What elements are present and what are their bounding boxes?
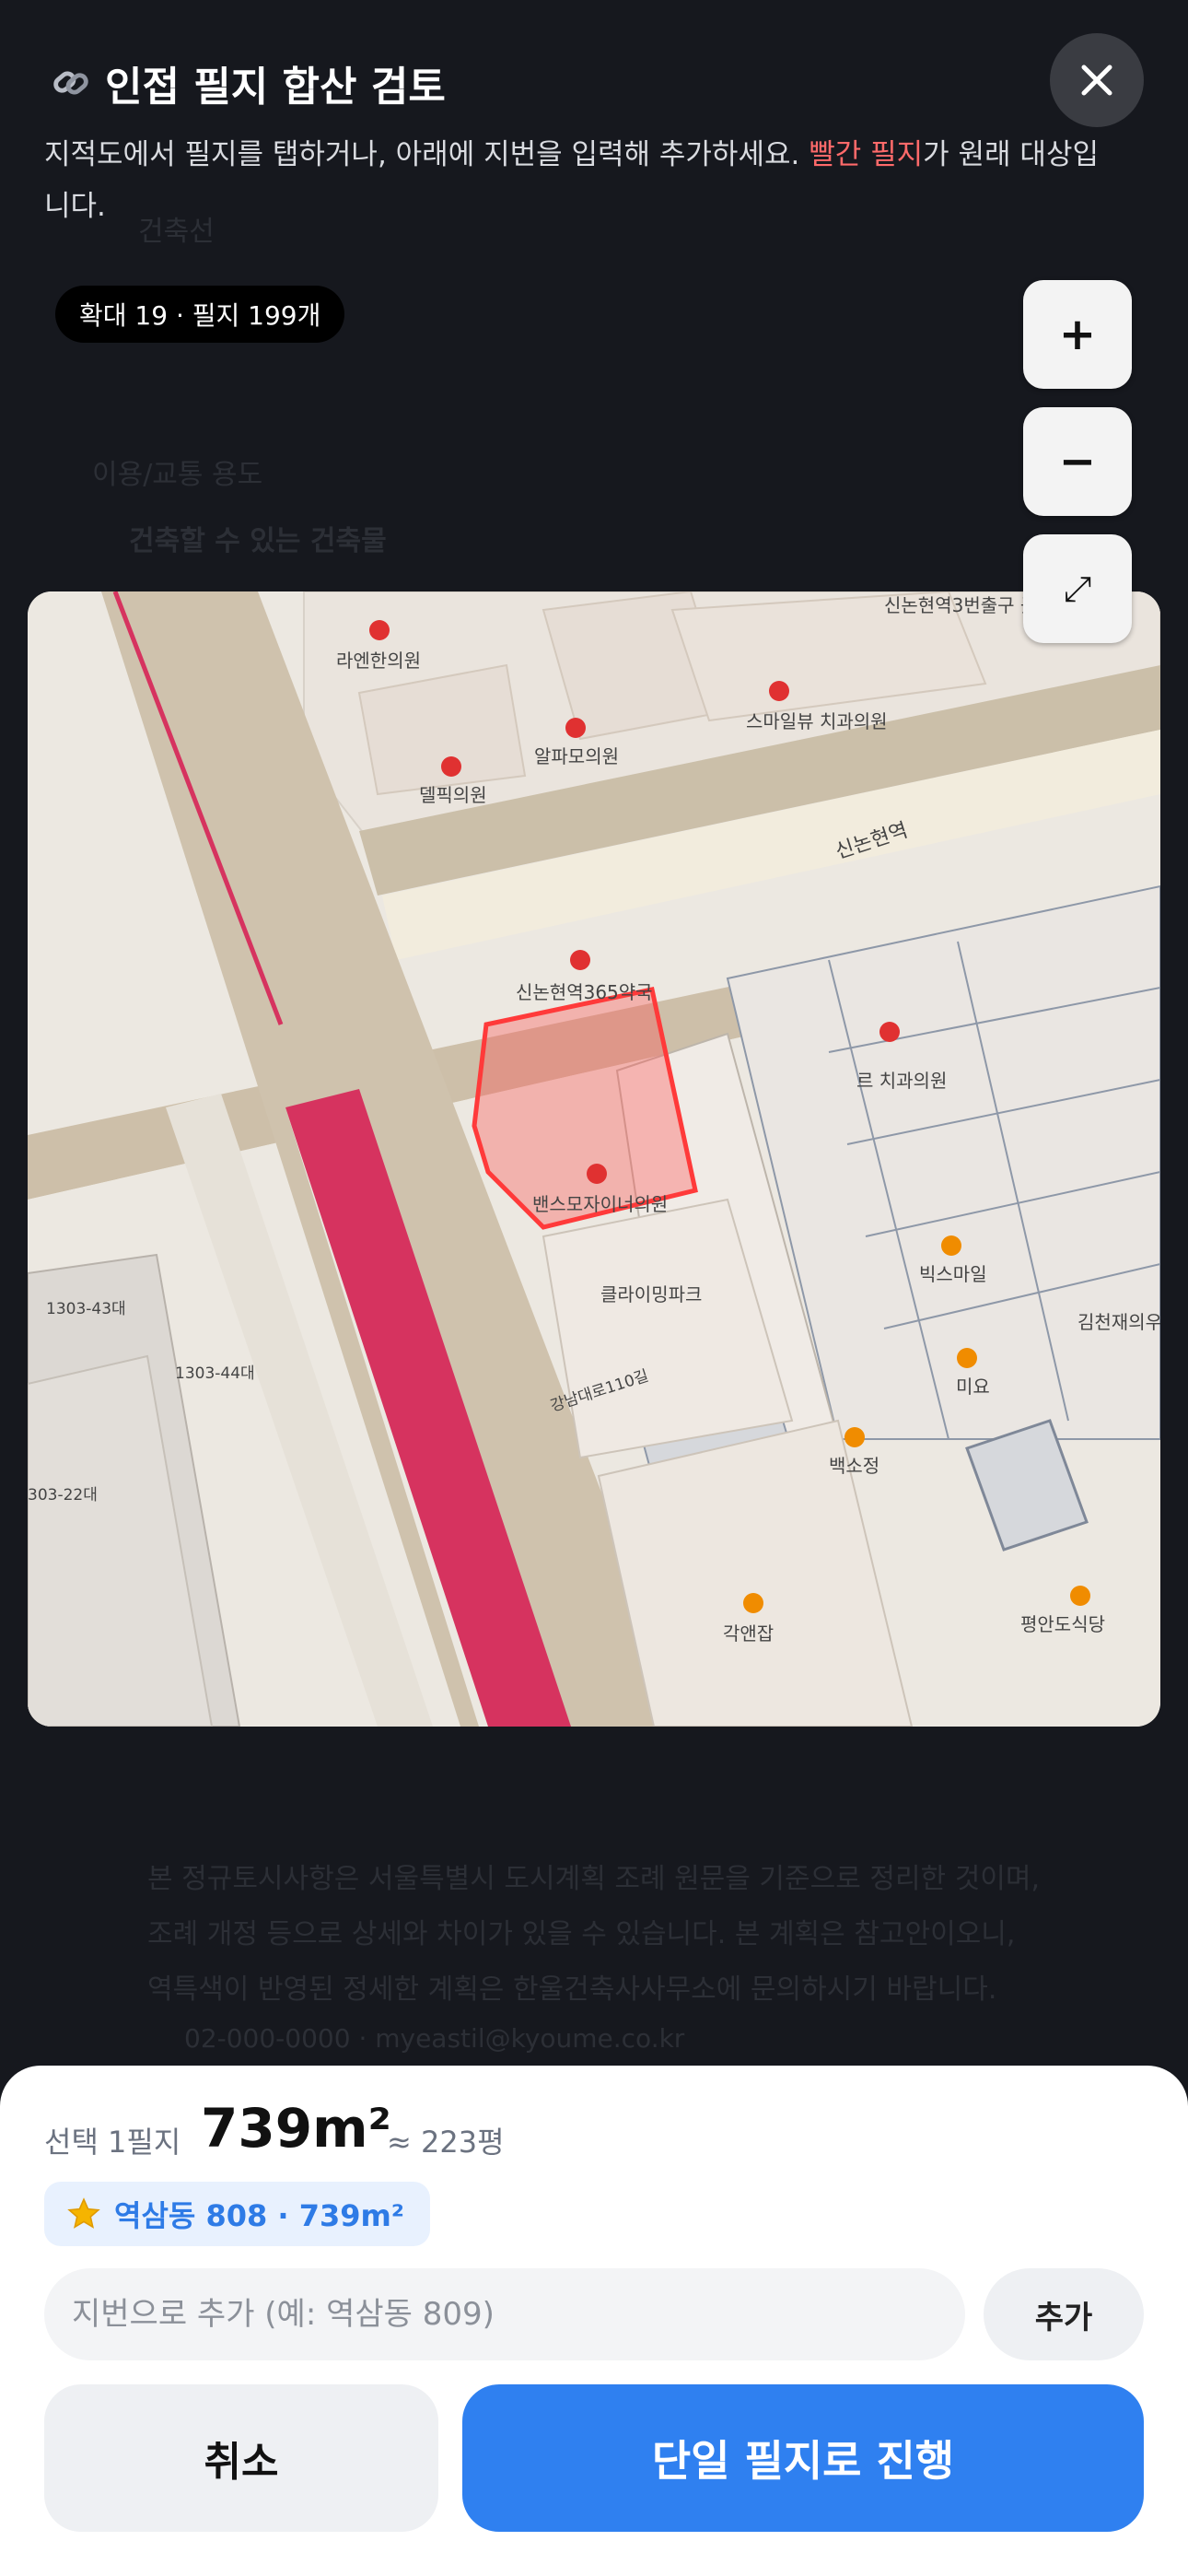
ghost-text: 역특색이 반영된 정세한 계획은 한울건축사사무소에 문의하시기 바랍니다. (147, 1973, 997, 2006)
map-label: 1303-43대 (46, 1300, 126, 1318)
fullscreen-button[interactable]: ⤢ (1023, 534, 1132, 643)
close-icon (1081, 64, 1112, 96)
map-label: 303-22대 (28, 1486, 98, 1505)
map-label: 라엔한의원 (336, 650, 421, 672)
selected-parcel-label: 역삼동 808 · 739m² (114, 2198, 404, 2233)
ghost-text: 조례 개정 등으로 상세와 차이가 있을 수 있습니다. 본 계획은 참고안이오… (147, 1918, 1016, 1950)
zoom-out-button[interactable]: − (1023, 407, 1132, 516)
bottom-sheet: 선택 1필지 739m² ≈ 223평 역삼동 808 · 739m² 추가 취… (0, 2066, 1188, 2576)
modal-title: 인접 필지 합산 검토 (50, 53, 446, 112)
red-parcel-text: 빨간 필지 (809, 138, 924, 171)
map-label: 신논현역365약국 (516, 981, 653, 1003)
modal-subtitle: 지적도에서 필지를 탭하거나, 아래에 지번을 입력해 추가하세요. 빨간 필지… (44, 138, 1099, 223)
modal-title-text: 인접 필지 합산 검토 (105, 64, 446, 111)
map-canvas[interactable]: 라엔한의원 알파모의원 델픽의원 스마일뷰 치과의원 신논현역3번출구 곳간약국… (28, 591, 1160, 1727)
map-label: 빅스마일 (919, 1263, 987, 1285)
jibun-input[interactable] (44, 2268, 965, 2360)
link-icon (53, 71, 88, 95)
map-label: 델픽의원 (419, 784, 487, 806)
map-label: 르 치과의원 (856, 1070, 947, 1092)
selected-pyeong: ≈ 223평 (387, 2125, 505, 2160)
add-button[interactable]: 추가 (984, 2268, 1144, 2360)
cancel-button[interactable]: 취소 (44, 2384, 438, 2532)
ghost-text: 건축할 수 있는 건축물 (129, 525, 387, 557)
zoom-status-chip: 확대 19 · 필지 199개 (55, 286, 345, 343)
selected-area: 739m² (201, 2097, 391, 2160)
proceed-single-parcel-button[interactable]: 단일 필지로 진행 (462, 2384, 1144, 2532)
selected-count-label: 선택 1필지 (44, 2125, 181, 2160)
map-label: 클라이밍파크 (600, 1283, 702, 1306)
map-label: 각앤잡 (723, 1622, 774, 1645)
map-label: 백소정 (829, 1455, 879, 1477)
ghost-text: 본 정규토시사항은 서울특별시 도시계획 조례 원문을 기준으로 정리한 것이며… (147, 1863, 1041, 1895)
selected-parcel-chip[interactable]: 역삼동 808 · 739m² (44, 2182, 430, 2246)
map-label: 평안도식당 (1020, 1613, 1105, 1635)
zoom-in-button[interactable]: + (1023, 280, 1132, 389)
close-button[interactable] (1050, 33, 1144, 127)
map-label: 스마일뷰 치과의원 (746, 710, 888, 732)
cadastral-map[interactable]: 라엔한의원 알파모의원 델픽의원 스마일뷰 치과의원 신논현역3번출구 곳간약국… (28, 591, 1160, 1727)
map-label: 미요 (956, 1376, 990, 1398)
map-label: 김천재의우 (1077, 1311, 1160, 1333)
ghost-text: 02-000-0000 · myeastil@kyoume.co.kr (184, 2023, 685, 2054)
map-label: 1303-44대 (175, 1364, 255, 1383)
star-icon (67, 2197, 100, 2229)
ghost-text: 이용/교통 용도 (92, 459, 263, 491)
map-label: 알파모의원 (534, 745, 619, 767)
map-label: 밴스모자이너의원 (532, 1193, 668, 1215)
